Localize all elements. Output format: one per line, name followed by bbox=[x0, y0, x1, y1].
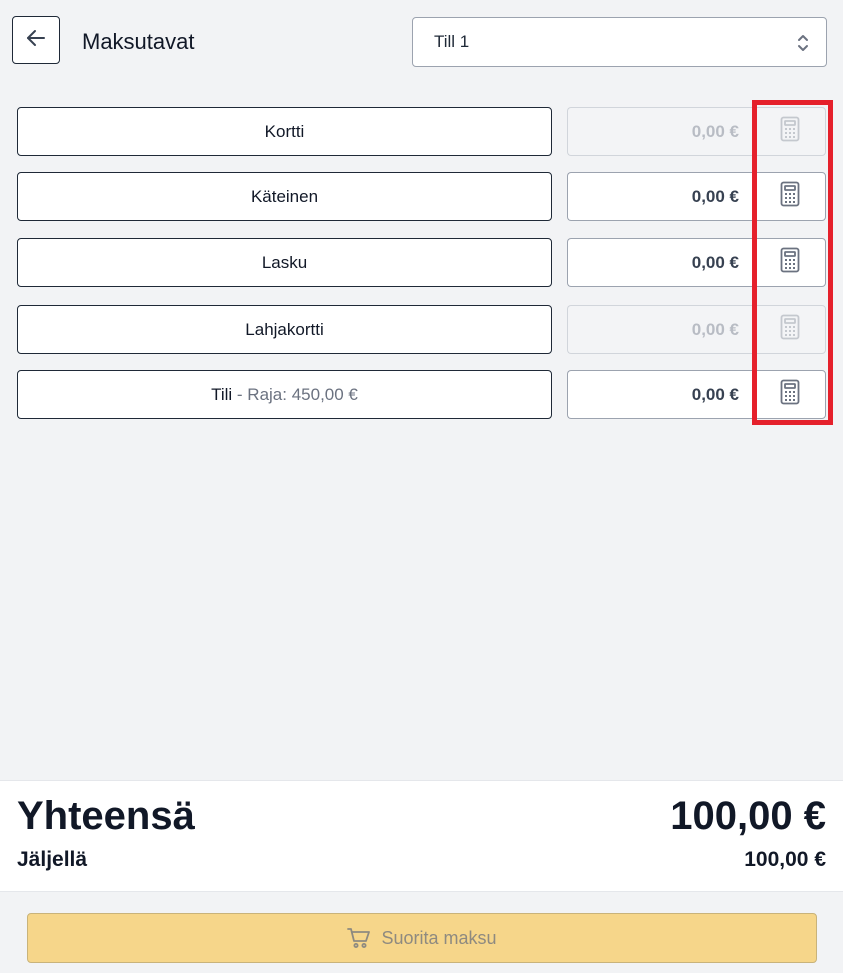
payment-method-button-lasku[interactable]: Lasku bbox=[17, 238, 552, 287]
total-label: Yhteensä bbox=[17, 794, 195, 838]
payment-method-button-tili[interactable]: Tili - Raja: 450,00 € bbox=[17, 370, 552, 419]
total-value: 100,00 € bbox=[670, 794, 826, 838]
complete-payment-button[interactable]: Suorita maksu bbox=[27, 913, 817, 963]
payment-method-label: Kortti bbox=[264, 121, 305, 141]
calculator-icon bbox=[780, 116, 800, 147]
remaining-label: Jäljellä bbox=[17, 848, 88, 871]
chevron-up-down-icon bbox=[796, 32, 810, 59]
cart-icon bbox=[347, 927, 371, 949]
calculator-button-kortti[interactable] bbox=[753, 107, 826, 156]
complete-payment-label: Suorita maksu bbox=[381, 927, 497, 948]
remaining-value: 100,00 € bbox=[744, 848, 826, 871]
account-limit-label: - Raja: 450,00 € bbox=[232, 384, 358, 404]
amount-value: 0,00 € bbox=[691, 121, 739, 141]
amount-field-tili[interactable]: 0,00 € bbox=[567, 370, 753, 419]
amount-value: 0,00 € bbox=[691, 319, 739, 339]
calculator-icon bbox=[780, 379, 800, 410]
back-button[interactable] bbox=[12, 16, 60, 64]
calculator-icon bbox=[780, 314, 800, 345]
amount-field-kateinen[interactable]: 0,00 € bbox=[567, 172, 753, 221]
calculator-button-kateinen[interactable] bbox=[753, 172, 826, 221]
till-select-value: Till 1 bbox=[434, 32, 470, 51]
page-title: Maksutavat bbox=[82, 29, 195, 54]
amount-value: 0,00 € bbox=[691, 384, 739, 404]
payment-method-label: Tili bbox=[211, 384, 233, 404]
amount-field-kortti[interactable]: 0,00 € bbox=[567, 107, 753, 156]
payment-method-label: Lahjakortti bbox=[245, 319, 324, 339]
amount-value: 0,00 € bbox=[691, 252, 739, 272]
calculator-button-lasku[interactable] bbox=[753, 238, 826, 287]
calculator-icon bbox=[780, 181, 800, 212]
arrow-left-icon bbox=[24, 26, 48, 55]
amount-field-lasku[interactable]: 0,00 € bbox=[567, 238, 753, 287]
header: Maksutavat Till 1 bbox=[0, 0, 843, 86]
payment-method-label: Lasku bbox=[261, 252, 308, 272]
totals-panel: Yhteensä 100,00 € Jäljellä 100,00 € bbox=[0, 780, 843, 892]
payment-method-button-kateinen[interactable]: Käteinen bbox=[17, 172, 552, 221]
calculator-button-lahjakortti[interactable] bbox=[753, 305, 826, 354]
calculator-icon bbox=[780, 247, 800, 278]
payment-method-button-lahjakortti[interactable]: Lahjakortti bbox=[17, 305, 552, 354]
amount-field-lahjakortti[interactable]: 0,00 € bbox=[567, 305, 753, 354]
payment-method-label: Käteinen bbox=[250, 186, 319, 206]
payment-method-button-kortti[interactable]: Kortti bbox=[17, 107, 552, 156]
till-select[interactable]: Till 1 bbox=[412, 17, 827, 67]
calculator-button-tili[interactable] bbox=[753, 370, 826, 419]
amount-value: 0,00 € bbox=[691, 186, 739, 206]
